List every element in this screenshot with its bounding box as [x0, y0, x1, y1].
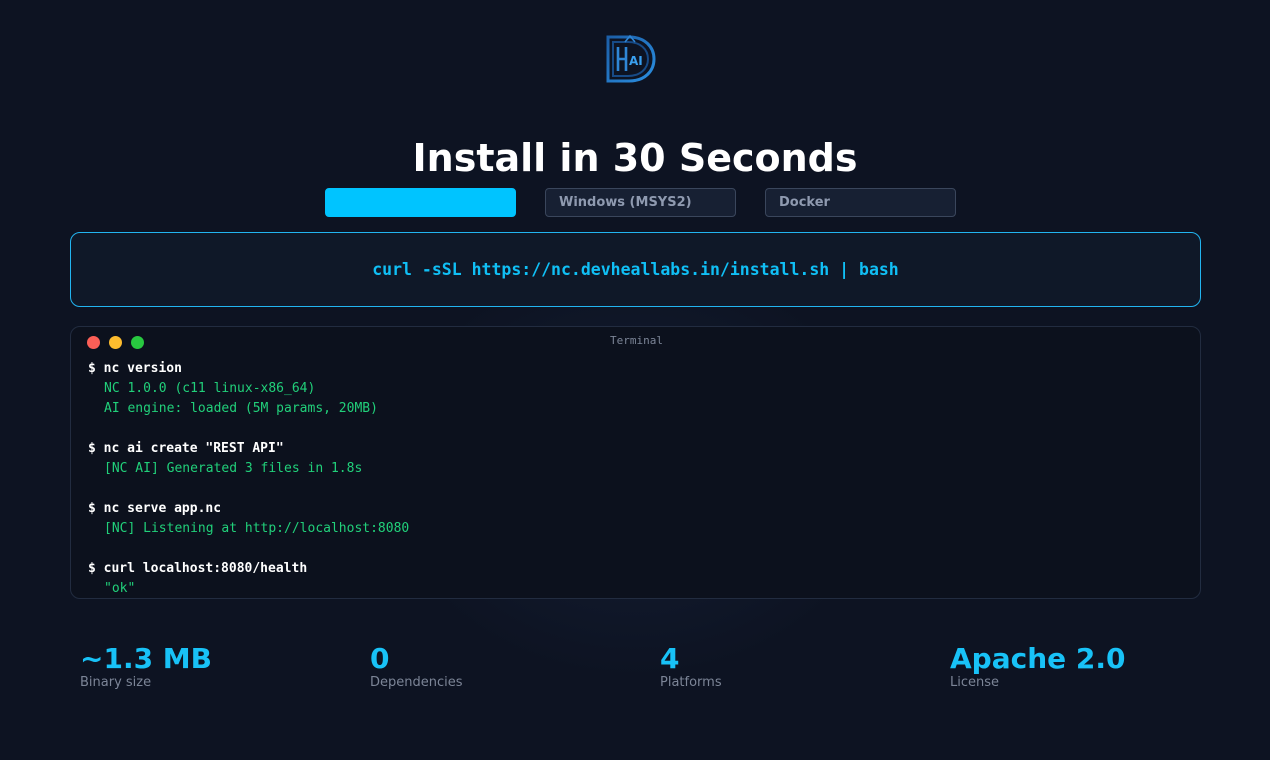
stat-value: 4 [660, 642, 680, 675]
platform-tabs: Windows (MSYS2) Docker [0, 188, 1270, 217]
install-command-box[interactable]: curl -sSL https://nc.devheallabs.in/inst… [70, 232, 1201, 307]
page-title: Install in 30 Seconds [412, 136, 858, 180]
stat-label: License [950, 675, 1000, 690]
stat-license: Apache 2.0 License [950, 642, 1125, 691]
svg-text:AI: AI [629, 54, 643, 68]
stat-label: Binary size [80, 675, 152, 690]
terminal-output-line: NC 1.0.0 (c11 linux-x86_64) [104, 381, 316, 396]
terminal-command-line: $ nc version [88, 361, 182, 376]
terminal-command-line: $ nc serve app.nc [88, 501, 222, 516]
stat-platforms: 4 Platforms [660, 642, 722, 691]
terminal-output: $ nc version NC 1.0.0 (c11 linux-x86_64) A… [88, 359, 410, 598]
stat-value: Apache 2.0 [950, 642, 1126, 675]
stat-value: ~1.3 MB [80, 642, 213, 675]
terminal-output-line: AI engine: loaded (5M params, 20MB) [104, 401, 378, 416]
stat-binary-size: ~1.3 MB Binary size [80, 642, 212, 691]
terminal-output-line: [NC AI] Generated 3 files in 1.8s [104, 461, 363, 476]
stat-value: 0 [370, 642, 390, 675]
terminal-title: Terminal [610, 334, 663, 347]
terminal-window: Terminal $ nc version NC 1.0.0 (c11 linux… [70, 326, 1201, 599]
stat-label: Dependencies [370, 675, 463, 690]
tab-windows-msys2[interactable]: Windows (MSYS2) [545, 188, 736, 217]
install-command[interactable]: curl -sSL https://nc.devheallabs.in/inst… [372, 260, 899, 279]
tab-linux-macos[interactable] [325, 188, 516, 217]
terminal-command-line: $ curl localhost:8080/health [88, 561, 308, 576]
stat-label: Platforms [660, 675, 722, 690]
terminal-output-line: "ok" [104, 581, 136, 596]
dh-ai-logo-icon[interactable]: AI [605, 34, 657, 84]
terminal-output-line: [NC] Listening at http://localhost:8080 [104, 521, 410, 536]
tab-docker[interactable]: Docker [765, 188, 956, 217]
stat-dependencies: 0 Dependencies [370, 642, 463, 691]
terminal-command-line: $ nc ai create "REST API" [88, 441, 284, 456]
